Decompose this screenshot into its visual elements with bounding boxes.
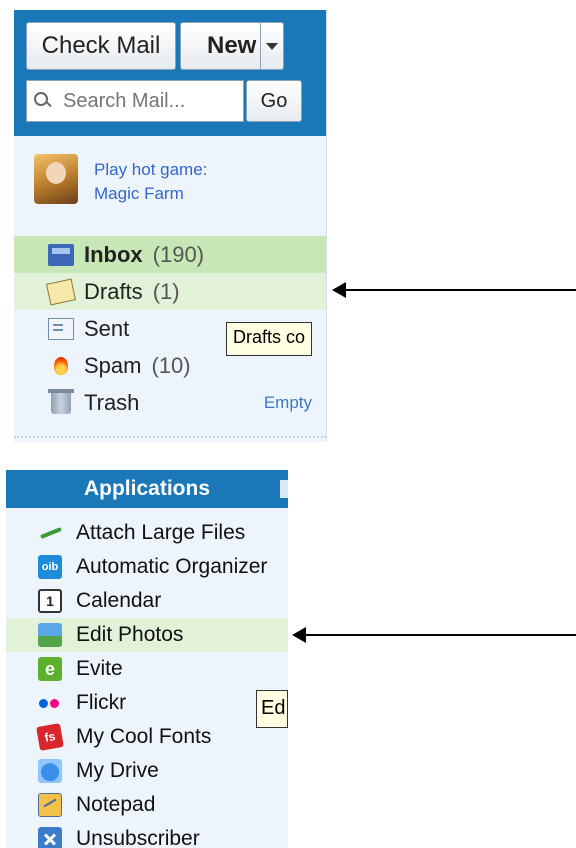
photo-icon xyxy=(38,623,62,647)
app-unsubscriber[interactable]: Unsubscriber xyxy=(6,822,288,848)
app-label: Automatic Organizer xyxy=(76,555,268,578)
app-label: Notepad xyxy=(76,793,156,816)
sent-icon xyxy=(48,317,74,340)
folder-label: Drafts xyxy=(84,278,143,304)
mail-header: Check Mail New Go xyxy=(14,10,326,136)
app-attach-large-files[interactable]: Attach Large Files xyxy=(6,516,288,550)
applications-title: Applications xyxy=(83,477,210,500)
flickr-icon xyxy=(38,691,62,715)
divider xyxy=(14,436,326,438)
app-my-cool-fonts[interactable]: fs My Cool Fonts xyxy=(6,720,288,754)
app-notepad[interactable]: Notepad xyxy=(6,788,288,822)
search-input[interactable] xyxy=(61,88,225,114)
new-dropdown-button[interactable] xyxy=(260,22,284,70)
check-mail-button[interactable]: Check Mail xyxy=(26,22,176,70)
evite-icon: e xyxy=(38,657,62,681)
mail-panel: Check Mail New Go Play hot game: Magic F… xyxy=(14,10,327,442)
app-label: Flickr xyxy=(76,691,127,714)
paper-plane-icon xyxy=(38,521,62,545)
app-automatic-organizer[interactable]: oib Automatic Organizer xyxy=(6,550,288,584)
application-list: Attach Large Files oib Automatic Organiz… xyxy=(6,516,288,848)
app-label: Calendar xyxy=(76,589,162,612)
promo-banner[interactable]: Play hot game: Magic Farm xyxy=(34,154,314,212)
search-box[interactable] xyxy=(26,80,244,122)
promo-line-1[interactable]: Play hot game: xyxy=(94,158,207,182)
notepad-icon xyxy=(38,793,62,817)
folder-inbox[interactable]: Inbox (190) xyxy=(14,236,326,273)
calendar-icon: 1 xyxy=(38,589,62,613)
app-label: Unsubscriber xyxy=(76,827,200,848)
promo-link[interactable]: Play hot game: Magic Farm xyxy=(94,158,207,206)
annotation-arrow-drafts xyxy=(332,282,576,298)
annotation-arrow-edit-photos xyxy=(292,627,576,643)
folder-trash[interactable]: Trash Empty xyxy=(14,384,326,421)
unsubscriber-icon xyxy=(38,827,62,848)
search-icon[interactable] xyxy=(33,90,55,112)
folder-count: (10) xyxy=(151,352,191,378)
app-edit-photos[interactable]: Edit Photos xyxy=(6,618,288,652)
app-evite[interactable]: e Evite xyxy=(6,652,288,686)
app-flickr[interactable]: Flickr xyxy=(6,686,288,720)
applications-panel: Applications Attach Large Files oib Auto… xyxy=(6,470,288,848)
spam-icon xyxy=(48,355,74,377)
app-label: Attach Large Files xyxy=(76,521,246,544)
drafts-icon xyxy=(45,278,77,305)
inbox-icon xyxy=(48,243,74,266)
folder-label: Inbox xyxy=(84,241,143,267)
collapse-handle-icon[interactable] xyxy=(280,480,288,498)
applications-header[interactable]: Applications xyxy=(6,470,288,508)
trash-icon xyxy=(48,388,74,414)
app-label: Evite xyxy=(76,657,123,680)
go-button[interactable]: Go xyxy=(246,80,302,122)
folder-label: Trash xyxy=(84,389,140,415)
promo-line-2[interactable]: Magic Farm xyxy=(94,182,207,206)
oib-icon: oib xyxy=(38,555,62,579)
fonts-icon: fs xyxy=(36,723,64,751)
app-label: My Drive xyxy=(76,759,159,782)
app-label: Edit Photos xyxy=(76,623,184,646)
folder-label: Spam xyxy=(84,352,142,378)
app-my-drive[interactable]: My Drive xyxy=(6,754,288,788)
game-avatar-icon[interactable] xyxy=(34,154,78,204)
app-label: My Cool Fonts xyxy=(76,725,212,748)
drive-icon xyxy=(38,759,62,783)
folder-count: (190) xyxy=(152,241,205,267)
folder-count: (1) xyxy=(152,278,180,304)
drafts-tooltip: Drafts co xyxy=(226,322,312,356)
folder-label: Sent xyxy=(84,315,130,341)
empty-trash-link[interactable]: Empty xyxy=(264,393,312,413)
app-calendar[interactable]: 1 Calendar xyxy=(6,584,288,618)
folder-drafts[interactable]: Drafts (1) xyxy=(14,273,326,310)
edit-photos-tooltip: Ed xyxy=(256,690,288,728)
